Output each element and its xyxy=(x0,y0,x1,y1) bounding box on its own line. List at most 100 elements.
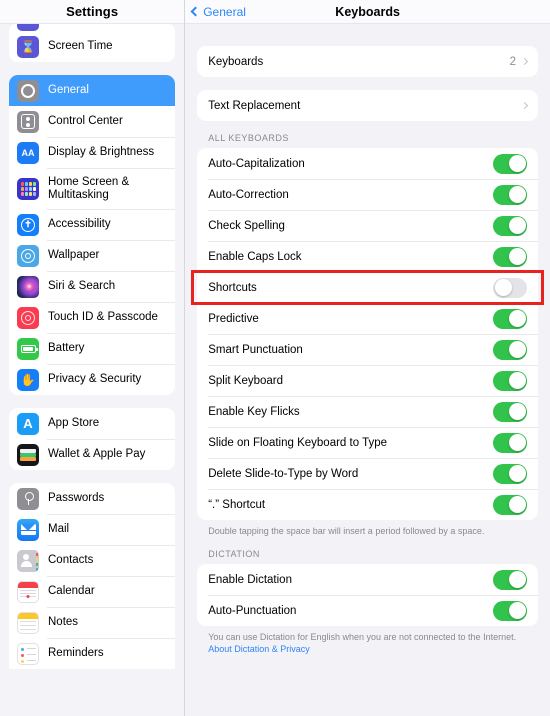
row-label: Predictive xyxy=(208,312,259,325)
toggle-delete-slide-to-type-by-word[interactable] xyxy=(493,463,527,484)
sidebar-item-label: Battery xyxy=(48,342,85,354)
toggle-predictive[interactable] xyxy=(493,308,527,329)
row-label: Shortcuts xyxy=(208,281,257,294)
detail-header: General Keyboards xyxy=(185,0,550,24)
settings-sidebar: Settings ⌛ Screen Time General Control C… xyxy=(0,0,186,716)
sidebar-partial-row-above xyxy=(9,24,176,31)
sidebar-item-label: Mail xyxy=(48,523,70,535)
sidebar-item-battery[interactable]: Battery xyxy=(9,333,176,364)
sidebar-item-touch-id-passcode[interactable]: Touch ID & Passcode xyxy=(9,302,176,333)
dictation-card: Enable Dictation Auto-Punctuation xyxy=(197,564,538,626)
row-split-keyboard[interactable]: Split Keyboard xyxy=(197,365,538,396)
toggle-period-shortcut[interactable] xyxy=(493,494,527,515)
accessibility-icon: ✝ xyxy=(17,213,39,236)
sidebar-item-home-screen-multitasking[interactable]: Home Screen & Multitasking xyxy=(9,168,176,209)
home-screen-icon xyxy=(17,177,39,200)
sidebar-header: Settings xyxy=(0,0,185,24)
sidebar-item-mail[interactable]: Mail xyxy=(9,514,176,545)
toggle-shortcuts[interactable] xyxy=(493,277,527,298)
passwords-key-icon xyxy=(17,487,39,510)
sidebar-item-label: Touch ID & Passcode xyxy=(48,311,158,323)
sidebar-item-label: Calendar xyxy=(48,585,95,597)
sidebar-item-label: Privacy & Security xyxy=(48,373,142,385)
touch-id-icon xyxy=(17,306,39,329)
toggle-auto-punctuation[interactable] xyxy=(493,600,527,621)
sidebar-item-privacy-security[interactable]: ✋ Privacy & Security xyxy=(9,364,176,395)
row-label: Text Replacement xyxy=(208,99,301,112)
sidebar-scroll-area[interactable]: ⌛ Screen Time General Control Center AA … xyxy=(0,24,184,716)
battery-icon xyxy=(17,337,39,360)
toggle-slide-on-floating-keyboard[interactable] xyxy=(493,432,527,453)
sidebar-item-label: General xyxy=(48,84,89,96)
sidebar-item-label: Passwords xyxy=(48,492,105,504)
sidebar-item-label: Screen Time xyxy=(48,40,113,52)
section-header-dictation: DICTATION xyxy=(208,549,260,559)
row-label: Enable Caps Lock xyxy=(208,250,302,263)
row-enable-key-flicks[interactable]: Enable Key Flicks xyxy=(197,396,538,427)
toggle-auto-capitalization[interactable] xyxy=(493,153,527,174)
row-period-shortcut[interactable]: “.” Shortcut xyxy=(197,489,538,520)
sidebar-item-label: Wallet & Apple Pay xyxy=(48,448,146,460)
sidebar-item-label: Display & Brightness xyxy=(48,146,155,158)
row-auto-capitalization[interactable]: Auto-Capitalization xyxy=(197,148,538,179)
all-keyboards-card: Auto-Capitalization Auto-Correction Chec… xyxy=(197,148,538,520)
sidebar-item-label: Wallpaper xyxy=(48,249,100,261)
row-slide-on-floating-keyboard[interactable]: Slide on Floating Keyboard to Type xyxy=(197,427,538,458)
sidebar-item-control-center[interactable]: Control Center xyxy=(9,106,175,137)
sidebar-item-label: Control Center xyxy=(48,115,123,127)
partial-purple-icon xyxy=(17,24,39,31)
wallet-icon xyxy=(17,443,39,466)
sidebar-item-app-store[interactable]: A App Store xyxy=(9,408,175,439)
row-shortcuts[interactable]: Shortcuts xyxy=(197,272,538,303)
chevron-right-icon xyxy=(520,101,529,110)
about-dictation-privacy-link[interactable]: About Dictation & Privacy xyxy=(208,644,310,654)
row-check-spelling[interactable]: Check Spelling xyxy=(197,210,538,241)
sidebar-item-notes[interactable]: Notes xyxy=(9,607,176,638)
row-delete-slide-to-type-by-word[interactable]: Delete Slide-to-Type by Word xyxy=(197,458,538,489)
row-enable-caps-lock[interactable]: Enable Caps Lock xyxy=(197,241,538,272)
sidebar-item-screen-time[interactable]: ⌛ Screen Time xyxy=(9,31,175,62)
sidebar-item-wallpaper[interactable]: Wallpaper xyxy=(9,240,176,271)
keyboards-detail-panel: General Keyboards Keyboards 2 Text Repla… xyxy=(185,0,550,716)
all-keyboards-footnote: Double tapping the space bar will insert… xyxy=(208,526,485,536)
sidebar-item-wallet-apple-pay[interactable]: Wallet & Apple Pay xyxy=(9,439,176,470)
back-button[interactable]: General xyxy=(190,4,246,19)
row-smart-punctuation[interactable]: Smart Punctuation xyxy=(197,334,538,365)
toggle-auto-correction[interactable] xyxy=(493,184,527,205)
sidebar-item-display-brightness[interactable]: AA Display & Brightness xyxy=(9,137,176,168)
sidebar-item-calendar[interactable]: Calendar xyxy=(9,576,176,607)
sidebar-item-accessibility[interactable]: ✝ Accessibility xyxy=(9,209,176,240)
row-keyboards[interactable]: Keyboards 2 xyxy=(197,46,538,77)
sidebar-item-reminders[interactable]: Reminders xyxy=(9,638,176,669)
detail-scroll-area[interactable]: Keyboards 2 Text Replacement ALL KEYBOAR… xyxy=(185,24,550,716)
section-header-all-keyboards: ALL KEYBOARDS xyxy=(208,133,289,143)
sidebar-item-contacts[interactable]: Contacts xyxy=(9,545,176,576)
back-button-label: General xyxy=(203,4,246,19)
sidebar-item-label: Accessibility xyxy=(48,218,111,230)
row-text-replacement[interactable]: Text Replacement xyxy=(197,90,538,121)
toggle-smart-punctuation[interactable] xyxy=(493,339,527,360)
calendar-icon xyxy=(17,580,39,603)
gear-icon xyxy=(17,79,39,102)
toggle-enable-dictation[interactable] xyxy=(493,569,527,590)
row-label: Enable Key Flicks xyxy=(208,405,300,418)
toggle-split-keyboard[interactable] xyxy=(493,370,527,391)
row-label: Check Spelling xyxy=(208,219,285,232)
row-enable-dictation[interactable]: Enable Dictation xyxy=(197,564,538,595)
row-predictive[interactable]: Predictive xyxy=(197,303,538,334)
hourglass-icon: ⌛ xyxy=(17,35,39,58)
app-store-icon: A xyxy=(17,412,39,435)
toggle-enable-key-flicks[interactable] xyxy=(493,401,527,422)
sidebar-item-passwords[interactable]: Passwords xyxy=(9,483,175,514)
text-replacement-card: Text Replacement xyxy=(197,90,538,121)
sidebar-item-siri-search[interactable]: Siri & Search xyxy=(9,271,176,302)
toggle-enable-caps-lock[interactable] xyxy=(493,246,527,267)
row-auto-correction[interactable]: Auto-Correction xyxy=(197,179,538,210)
keyboards-count-value: 2 xyxy=(509,55,516,68)
row-auto-punctuation[interactable]: Auto-Punctuation xyxy=(197,595,538,626)
row-label: Delete Slide-to-Type by Word xyxy=(208,467,359,480)
toggle-check-spelling[interactable] xyxy=(493,215,527,236)
sidebar-item-label: Notes xyxy=(48,616,79,628)
sidebar-item-general[interactable]: General xyxy=(9,75,176,106)
wallpaper-icon xyxy=(17,244,39,267)
